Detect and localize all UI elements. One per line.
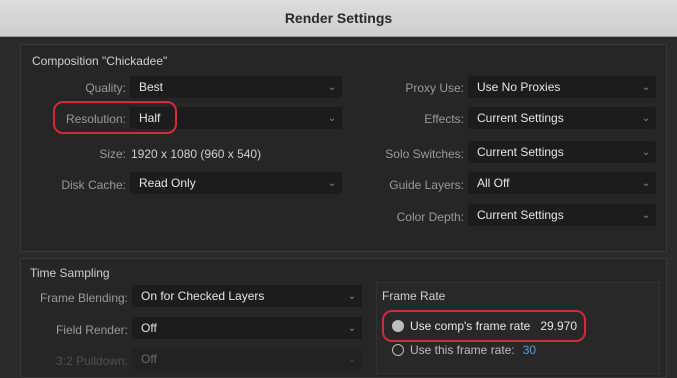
frame-blending-value: On for Checked Layers <box>141 289 265 303</box>
chevron-down-icon: ⌄ <box>641 177 651 189</box>
guide-layers-value: All Off <box>477 176 510 190</box>
quality-value: Best <box>139 80 164 94</box>
use-comp-frame-rate-option[interactable]: Use comp's frame rate 29.970 <box>392 318 577 334</box>
color-depth-label: Color Depth: <box>396 210 464 224</box>
proxy-use-dropdown[interactable]: Use No Proxies ⌄ <box>468 76 656 98</box>
resolution-label: Resolution: <box>65 112 126 126</box>
field-render-value: Off <box>141 321 157 335</box>
disk-cache-label: Disk Cache: <box>61 178 126 192</box>
proxy-use-label: Proxy Use: <box>405 81 464 95</box>
resolution-value: Half <box>139 111 161 125</box>
use-this-frame-rate-label: Use this frame rate: <box>410 343 515 357</box>
proxy-use-value: Use No Proxies <box>477 80 561 94</box>
field-render-label: Field Render: <box>55 323 128 337</box>
pulldown-label: 3:2 Pulldown: <box>55 354 128 368</box>
guide-layers-dropdown[interactable]: All Off ⌄ <box>468 172 656 194</box>
resolution-dropdown[interactable]: Half ⌄ <box>130 107 342 129</box>
color-depth-value: Current Settings <box>477 208 564 222</box>
chevron-down-icon: ⌄ <box>327 112 337 124</box>
radio-selected-icon <box>392 320 404 332</box>
this-frame-rate-input[interactable]: 30 <box>523 343 536 357</box>
disk-cache-dropdown[interactable]: Read Only ⌄ <box>130 172 342 194</box>
quality-label: Quality: <box>85 81 126 95</box>
quality-dropdown[interactable]: Best ⌄ <box>130 76 342 98</box>
use-this-frame-rate-option[interactable]: Use this frame rate: 30 <box>392 342 536 358</box>
chevron-down-icon: ⌄ <box>347 322 357 334</box>
size-value: 1920 x 1080 (960 x 540) <box>131 147 262 161</box>
pulldown-dropdown: Off ⌄ <box>132 348 362 370</box>
effects-value: Current Settings <box>477 111 564 125</box>
composition-title: Composition "Chickadee" <box>32 54 168 68</box>
field-render-dropdown[interactable]: Off ⌄ <box>132 317 362 339</box>
chevron-down-icon: ⌄ <box>347 290 357 302</box>
frame-blending-dropdown[interactable]: On for Checked Layers ⌄ <box>132 285 362 307</box>
effects-label: Effects: <box>424 112 464 126</box>
solo-switches-dropdown[interactable]: Current Settings ⌄ <box>468 141 656 163</box>
frame-blending-label: Frame Blending: <box>39 291 128 305</box>
chevron-down-icon: ⌄ <box>641 209 651 221</box>
solo-switches-label: Solo Switches: <box>385 147 464 161</box>
use-comp-frame-rate-label: Use comp's frame rate <box>410 319 531 333</box>
chevron-down-icon: ⌄ <box>641 112 651 124</box>
window-title-bar: Render Settings <box>0 0 677 37</box>
chevron-down-icon: ⌄ <box>347 353 357 365</box>
pulldown-value: Off <box>141 352 157 366</box>
color-depth-dropdown[interactable]: Current Settings ⌄ <box>468 204 656 226</box>
solo-switches-value: Current Settings <box>477 145 564 159</box>
disk-cache-value: Read Only <box>139 176 196 190</box>
size-label: Size: <box>99 147 126 161</box>
chevron-down-icon: ⌄ <box>641 146 651 158</box>
guide-layers-label: Guide Layers: <box>389 178 464 192</box>
time-sampling-title: Time Sampling <box>30 266 110 280</box>
chevron-down-icon: ⌄ <box>641 81 651 93</box>
window-title: Render Settings <box>284 10 393 26</box>
comp-frame-rate-value: 29.970 <box>540 319 578 333</box>
radio-unselected-icon <box>392 344 404 356</box>
chevron-down-icon: ⌄ <box>327 177 337 189</box>
frame-rate-title: Frame Rate <box>382 289 446 303</box>
effects-dropdown[interactable]: Current Settings ⌄ <box>468 107 656 129</box>
chevron-down-icon: ⌄ <box>327 81 337 93</box>
